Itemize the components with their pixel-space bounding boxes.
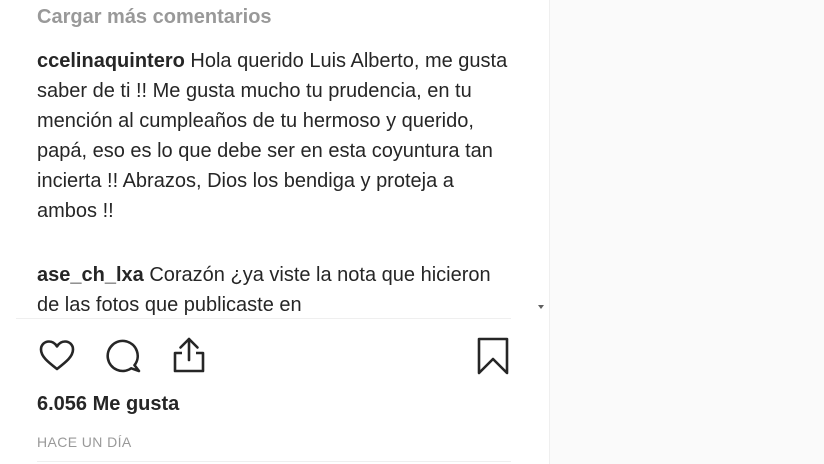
save-button[interactable] (473, 336, 513, 376)
comment-text: Hola querido Luis Alberto, me gusta sabe… (37, 50, 508, 222)
heart-outline-icon (39, 340, 75, 371)
share-button[interactable] (169, 336, 209, 376)
scroll-down-arrow-icon[interactable] (538, 305, 544, 309)
comment-item: ase_ch_lxa Corazón ¿ya viste la nota que… (37, 260, 509, 318)
likes-count[interactable]: 6.056 Me gusta (37, 393, 179, 416)
share-upload-icon (173, 337, 205, 373)
load-more-comments-button[interactable]: Cargar más comentarios (37, 6, 272, 29)
comment-username[interactable]: ccelinaquintero (37, 50, 185, 72)
bookmark-outline-icon (477, 337, 509, 375)
comment-item: ccelinaquintero Hola querido Luis Albert… (37, 46, 509, 226)
side-panel (550, 0, 824, 464)
comment-username[interactable]: ase_ch_lxa (37, 264, 144, 286)
post-detail-panel: Cargar más comentarios ccelinaquintero H… (0, 0, 549, 464)
divider (16, 318, 511, 319)
comment-button[interactable] (103, 336, 143, 376)
divider (37, 461, 511, 462)
comments-scrollbar[interactable] (533, 0, 549, 318)
speech-bubble-icon (106, 339, 141, 373)
comments-list[interactable]: Cargar más comentarios ccelinaquintero H… (0, 0, 533, 318)
post-timestamp[interactable]: HACE UN DÍA (37, 434, 132, 450)
like-button[interactable] (37, 336, 77, 376)
